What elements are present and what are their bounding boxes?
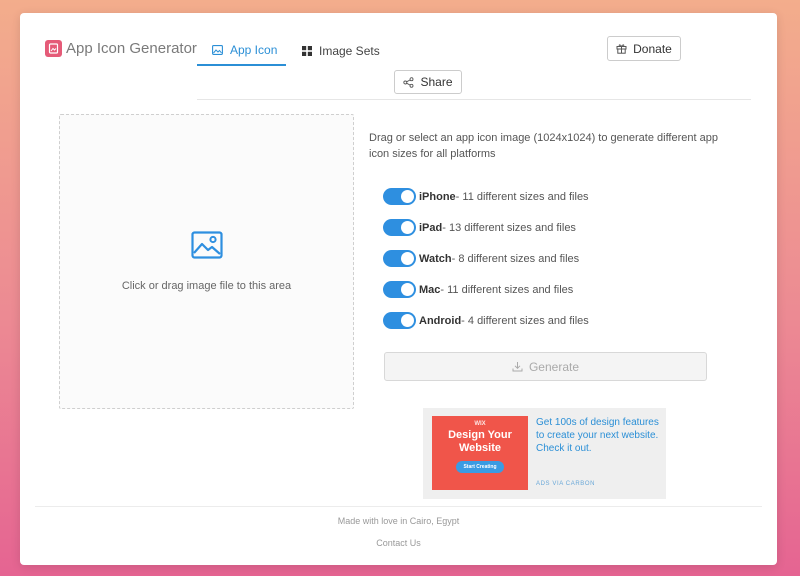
toggle-knob bbox=[401, 283, 414, 296]
upload-dropzone[interactable]: Click or drag image file to this area bbox=[59, 114, 354, 409]
ads-via-carbon-link[interactable]: ADS VIA CARBON bbox=[536, 481, 595, 487]
dropzone-text: Click or drag image file to this area bbox=[121, 280, 292, 292]
ad-brand: WIX bbox=[474, 421, 486, 427]
option-detail: - 4 different sizes and files bbox=[461, 314, 589, 327]
option-mac: Mac - 11 different sizes and files bbox=[383, 274, 589, 305]
platform-options: iPhone - 11 different sizes and files iP… bbox=[383, 181, 589, 336]
donate-button[interactable]: Donate bbox=[607, 36, 681, 61]
ad-image[interactable]: WIX Design Your Website Start Creating bbox=[432, 416, 528, 490]
toggle-ipad[interactable] bbox=[383, 219, 416, 236]
toggle-android[interactable] bbox=[383, 312, 416, 329]
carbon-ad: WIX Design Your Website Start Creating G… bbox=[423, 408, 666, 499]
option-name: Mac bbox=[419, 283, 441, 296]
option-name: iPhone bbox=[419, 190, 456, 203]
ad-copy-link[interactable]: Get 100s of design features to create yo… bbox=[536, 416, 661, 455]
ad-cta: Start Creating bbox=[456, 461, 504, 473]
option-watch: Watch - 8 different sizes and files bbox=[383, 243, 589, 274]
app-logo-icon bbox=[45, 40, 62, 57]
option-detail: - 11 different sizes and files bbox=[440, 283, 574, 296]
option-name: iPad bbox=[419, 221, 443, 234]
toggle-mac[interactable] bbox=[383, 281, 416, 298]
toggle-knob bbox=[401, 221, 414, 234]
generate-button-label: Generate bbox=[528, 359, 580, 374]
tab-divider bbox=[197, 99, 751, 100]
toggle-iphone[interactable] bbox=[383, 188, 416, 205]
toggle-knob bbox=[401, 314, 414, 327]
footer-made-with: Made with love in Cairo, Egypt bbox=[337, 516, 460, 526]
toggle-knob bbox=[401, 190, 414, 203]
image-upload-icon bbox=[190, 231, 223, 264]
tab-image-sets-label: Image Sets bbox=[319, 44, 380, 58]
tab-app-icon-label: App Icon bbox=[230, 43, 278, 57]
grid-icon bbox=[302, 46, 312, 56]
tab-image-sets[interactable]: Image Sets bbox=[302, 36, 380, 66]
option-iphone: iPhone - 11 different sizes and files bbox=[383, 181, 589, 212]
share-button[interactable]: Share bbox=[394, 70, 462, 94]
option-ipad: iPad - 13 different sizes and files bbox=[383, 212, 589, 243]
toggle-knob bbox=[401, 252, 414, 265]
generate-button[interactable]: Generate bbox=[384, 352, 707, 381]
gift-icon bbox=[616, 43, 627, 54]
image-icon bbox=[212, 45, 223, 55]
download-icon bbox=[512, 361, 523, 372]
share-icon bbox=[403, 76, 414, 88]
tab-app-icon[interactable]: App Icon bbox=[197, 36, 286, 66]
footer-divider bbox=[35, 506, 762, 507]
option-name: Watch bbox=[419, 252, 452, 265]
contact-us-link[interactable]: Contact Us bbox=[20, 538, 777, 548]
main-card: App Icon Generator App Icon Image Sets D… bbox=[20, 13, 777, 565]
option-name: Android bbox=[419, 314, 462, 327]
option-detail: - 11 different sizes and files bbox=[455, 190, 589, 203]
option-detail: - 13 different sizes and files bbox=[442, 221, 576, 234]
toggle-watch[interactable] bbox=[383, 250, 416, 267]
option-detail: - 8 different sizes and files bbox=[451, 252, 580, 265]
option-android: Android - 4 different sizes and files bbox=[383, 305, 589, 336]
ad-headline: Design Your Website bbox=[448, 429, 512, 454]
app-logo[interactable]: App Icon Generator bbox=[45, 40, 197, 57]
description-text: Drag or select an app icon image (1024x1… bbox=[369, 132, 718, 160]
donate-button-label: Donate bbox=[633, 41, 672, 56]
app-title: App Icon Generator bbox=[66, 40, 197, 57]
share-button-label: Share bbox=[420, 75, 453, 89]
